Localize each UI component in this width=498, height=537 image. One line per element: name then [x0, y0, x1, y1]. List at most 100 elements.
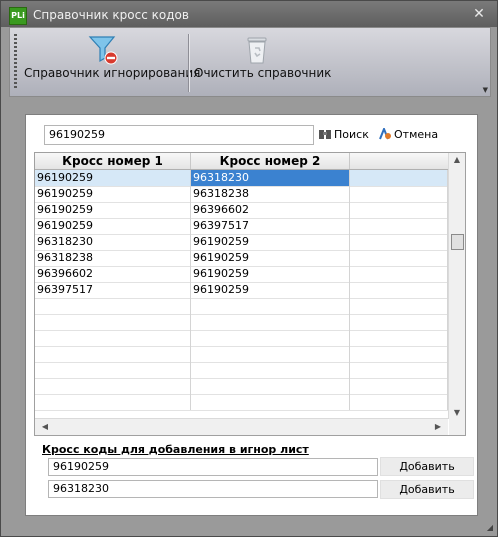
table-cell[interactable]: 96318238: [191, 186, 350, 202]
table-cell[interactable]: [191, 346, 350, 362]
search-button[interactable]: Поиск: [318, 127, 369, 143]
table-cell[interactable]: [350, 346, 448, 362]
table-cell[interactable]: 96318230: [35, 234, 191, 250]
table-cell[interactable]: 96397517: [191, 218, 350, 234]
table-cell[interactable]: [35, 362, 191, 378]
vertical-scrollbar[interactable]: ▲ ▼: [448, 153, 465, 419]
resize-grip-icon[interactable]: ◢: [487, 523, 493, 532]
table-row[interactable]: 96190259 96318230: [35, 170, 448, 187]
table-row[interactable]: 96318238 96190259: [35, 250, 448, 267]
scroll-corner: [449, 419, 465, 435]
table-cell[interactable]: [350, 250, 448, 266]
search-button-label: Поиск: [334, 128, 369, 141]
add-button-2[interactable]: Добавить: [380, 480, 474, 499]
table-row[interactable]: 96190259 96397517: [35, 218, 448, 235]
cancel-button[interactable]: Отмена: [378, 127, 438, 143]
table-cell[interactable]: [35, 298, 191, 314]
table-cell[interactable]: [191, 378, 350, 394]
table-row[interactable]: 96318230 96190259: [35, 234, 448, 251]
close-button[interactable]: ✕: [471, 6, 487, 22]
table-cell[interactable]: [35, 314, 191, 330]
table-cell[interactable]: [350, 218, 448, 234]
clear-reference-label: Очистить справочник: [194, 66, 332, 80]
table-cell[interactable]: 96190259: [35, 170, 191, 186]
binoculars-icon: [319, 130, 331, 139]
table-cell[interactable]: [350, 266, 448, 282]
table-cell[interactable]: 96397517: [35, 282, 191, 298]
window-title: Справочник кросс кодов: [33, 8, 189, 22]
table-row[interactable]: 96397517 96190259: [35, 282, 448, 299]
table-cell[interactable]: [350, 394, 448, 410]
table-cell[interactable]: [191, 394, 350, 410]
app-logo-icon: PLi: [9, 7, 27, 25]
grid-header: Кросс номер 1 Кросс номер 2: [35, 153, 448, 170]
recycle-bin-icon: [247, 37, 267, 64]
clear-reference-button[interactable]: Очистить справочник: [194, 28, 332, 96]
ribbon-overflow-icon[interactable]: ▼: [483, 86, 488, 94]
filter-remove-icon: [88, 36, 118, 65]
table-cell[interactable]: 96396602: [35, 266, 191, 282]
table-cell[interactable]: 96190259: [35, 218, 191, 234]
ribbon-separator: [188, 34, 189, 92]
table-row[interactable]: [35, 330, 448, 347]
table-row[interactable]: [35, 346, 448, 363]
table-cell[interactable]: 96318230: [191, 170, 350, 186]
horizontal-scrollbar[interactable]: ◀ ▶: [35, 418, 448, 435]
table-cell[interactable]: [350, 362, 448, 378]
ignore-reference-label: Справочник игнорирования: [24, 66, 201, 80]
title-bar: PLi Справочник кросс кодов ✕: [1, 1, 497, 27]
table-cell[interactable]: 96190259: [191, 282, 350, 298]
add-button-1[interactable]: Добавить: [380, 457, 474, 476]
table-cell[interactable]: [350, 298, 448, 314]
table-cell[interactable]: 96190259: [35, 202, 191, 218]
search-input[interactable]: 96190259: [44, 125, 314, 145]
table-row[interactable]: [35, 298, 448, 315]
table-cell[interactable]: [350, 202, 448, 218]
table-row[interactable]: [35, 362, 448, 379]
scroll-up-icon[interactable]: ▲: [449, 155, 465, 164]
table-cell[interactable]: [191, 314, 350, 330]
table-cell[interactable]: [191, 330, 350, 346]
table-cell[interactable]: [350, 170, 448, 186]
table-row[interactable]: [35, 314, 448, 331]
table-cell[interactable]: [350, 282, 448, 298]
table-row[interactable]: 96190259 96396602: [35, 202, 448, 219]
scroll-left-icon[interactable]: ◀: [37, 422, 53, 431]
table-cell[interactable]: [35, 378, 191, 394]
table-cell[interactable]: [350, 186, 448, 202]
table-cell[interactable]: 96190259: [191, 266, 350, 282]
table-row[interactable]: 96396602 96190259: [35, 266, 448, 283]
ignore-reference-button[interactable]: Справочник игнорирования: [24, 28, 201, 96]
cancel-button-label: Отмена: [394, 128, 439, 141]
table-cell[interactable]: [350, 234, 448, 250]
table-row[interactable]: 96190259 96318238: [35, 186, 448, 203]
ribbon-toolbar: Справочник игнорирования Очистить справо…: [9, 27, 491, 97]
table-cell[interactable]: 96396602: [191, 202, 350, 218]
cross-code-field-2[interactable]: 96318230: [48, 480, 378, 498]
table-cell[interactable]: [350, 330, 448, 346]
cross-codes-grid[interactable]: Кросс номер 1 Кросс номер 2 96190259 9631…: [34, 152, 466, 436]
vertical-scroll-thumb[interactable]: [451, 234, 464, 250]
table-cell[interactable]: [350, 378, 448, 394]
table-row[interactable]: [35, 394, 448, 411]
table-cell[interactable]: 96190259: [191, 234, 350, 250]
toolbar-grip[interactable]: [14, 34, 17, 90]
table-cell[interactable]: [191, 362, 350, 378]
main-panel: 96190259 Поиск Отмена Кросс номер 1 Крос…: [25, 114, 478, 516]
table-cell[interactable]: [350, 314, 448, 330]
scroll-right-icon[interactable]: ▶: [430, 422, 446, 431]
cross-code-field-1[interactable]: 96190259: [48, 458, 378, 476]
column-header-cross-number-1[interactable]: Кросс номер 1: [35, 153, 191, 169]
column-header-cross-number-2[interactable]: Кросс номер 2: [191, 153, 350, 169]
table-cell[interactable]: [191, 298, 350, 314]
app-window: PLi Справочник кросс кодов ✕ Справочник …: [0, 0, 498, 537]
table-cell[interactable]: 96190259: [35, 186, 191, 202]
table-cell[interactable]: [35, 346, 191, 362]
table-cell[interactable]: [35, 330, 191, 346]
table-cell[interactable]: 96190259: [191, 250, 350, 266]
table-cell[interactable]: [35, 394, 191, 410]
cancel-filter-icon: [379, 128, 391, 140]
table-cell[interactable]: 96318238: [35, 250, 191, 266]
scroll-down-icon[interactable]: ▼: [449, 408, 465, 417]
table-row[interactable]: [35, 378, 448, 395]
